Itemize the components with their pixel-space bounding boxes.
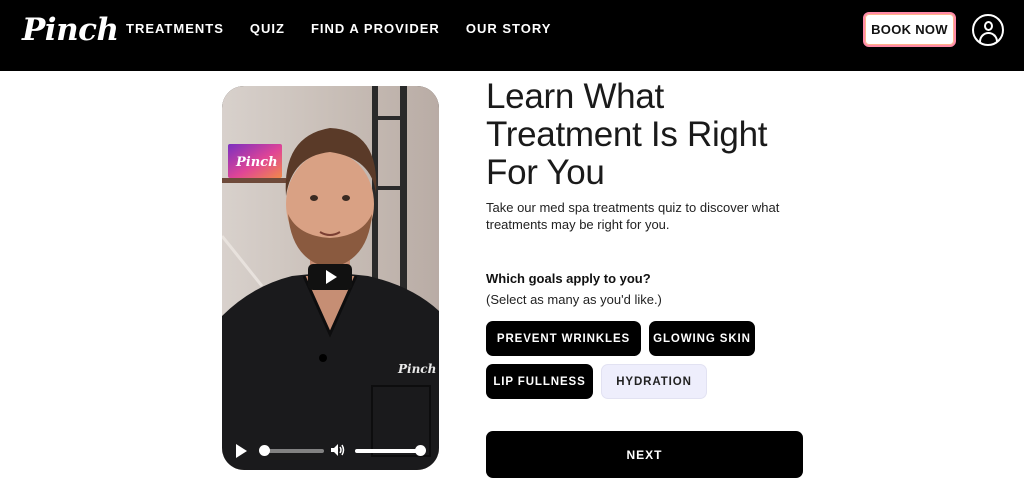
user-circle-icon[interactable] [972,14,1004,46]
nav-quiz[interactable]: QUIZ [250,22,285,36]
nav-find-a-provider[interactable]: FIND A PROVIDER [311,22,440,36]
option-glowing-skin[interactable]: GLOWING SKIN [649,321,755,356]
progress-handle[interactable] [259,445,270,456]
video-controls [222,430,439,470]
intro-text: Take our med spa treatments quiz to disc… [486,200,780,232]
play-icon[interactable] [236,444,247,458]
question-hint: (Select as many as you'd like.) [486,292,662,307]
book-now-button[interactable]: BOOK NOW [863,12,956,47]
shirt-logo: Pinch [397,362,436,376]
big-play-button[interactable] [308,264,352,290]
video-player[interactable]: Pinch Pinch [222,86,439,470]
main-nav: TREATMENTS QUIZ FIND A PROVIDER OUR STOR… [126,22,551,36]
progress-track[interactable] [262,449,324,453]
top-navigation-bar: Pinch TREATMENTS QUIZ FIND A PROVIDER OU… [0,0,1024,71]
sign-text: Pinch [235,155,278,170]
next-button[interactable]: NEXT [486,431,803,478]
pinch-logo[interactable]: Pinch [22,12,119,48]
title-line-3: For You [486,153,605,192]
nav-treatments[interactable]: TREATMENTS [126,22,224,36]
title-line-2: Treatment Is Right [486,115,768,154]
option-prevent-wrinkles[interactable]: PREVENT WRINKLES [486,321,641,356]
option-lip-fullness[interactable]: LIP FULLNESS [486,364,593,399]
volume-icon[interactable] [330,443,346,457]
volume-track[interactable] [355,449,421,453]
volume-handle[interactable] [415,445,426,456]
title-line-1: Learn What [486,77,664,116]
question-text: Which goals apply to you? [486,271,651,286]
play-icon [326,270,337,284]
page-title: Learn What Treatment Is Right For You [486,78,806,192]
option-hydration[interactable]: HYDRATION [601,364,707,399]
nav-our-story[interactable]: OUR STORY [466,22,552,36]
